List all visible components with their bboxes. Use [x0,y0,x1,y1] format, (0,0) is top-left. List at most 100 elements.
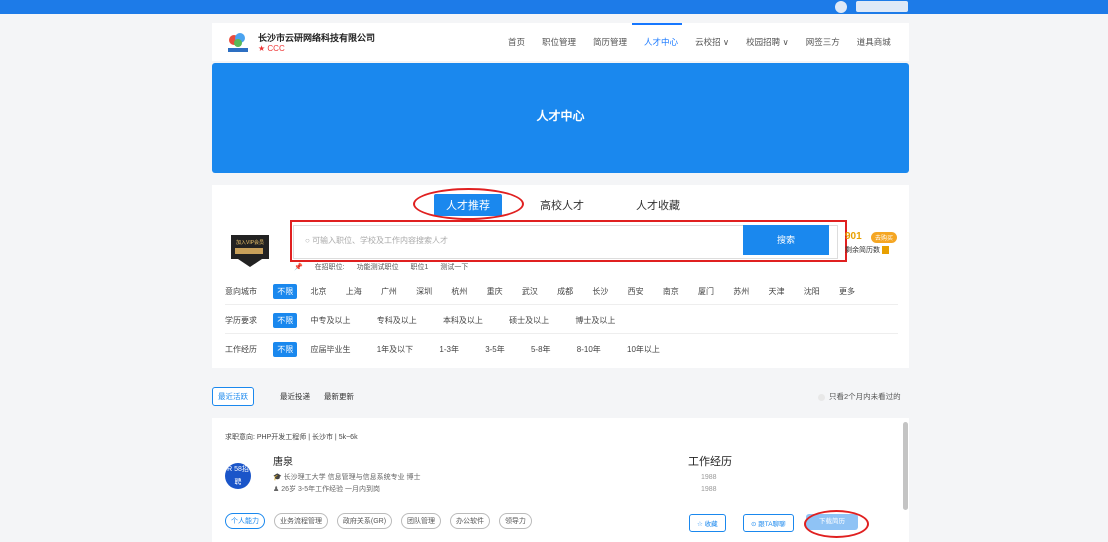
filter-option[interactable]: 3-5年 [485,344,505,355]
search-button[interactable]: 搜索 [743,225,829,255]
filter-option[interactable]: 中专及以上 [310,315,350,326]
filter-option[interactable]: 10年以上 [627,344,660,355]
skill-tag: 业务流程管理 [273,513,328,529]
unviewed-filter-label: 只看2个月内未看过的 [829,392,901,401]
nav-home[interactable]: 首页 [508,36,525,48]
filter-option[interactable]: 厦门 [698,286,714,297]
nav-campus-recruit[interactable]: 校园招聘 ∨ [746,36,789,48]
buy-badge[interactable]: 去购买 [871,232,898,243]
scrollbar[interactable] [903,422,908,510]
filter-option[interactable]: 苏州 [733,286,749,297]
highlight-circle-download [804,510,869,538]
filter-selected[interactable]: 不限 [273,284,298,299]
filter-option[interactable]: 更多 [839,286,855,297]
document-icon [881,246,889,255]
resume-count-label-text: 剩余简历数 [845,247,880,254]
filter-education: 学历要求 不限 中专及以上 专科及以上 本科及以上 硕士及以上 博士及以上 [225,313,639,328]
user-avatar[interactable] [835,1,847,13]
filter-option[interactable]: 专科及以上 [377,315,417,326]
skill-tag: 政府关系(GR) [336,513,393,529]
filter-option[interactable]: 天津 [769,286,785,297]
search-placeholder: 可输入职位、学校及工作内容搜索人才 [312,236,449,245]
filter-option[interactable]: 成都 [557,286,573,297]
filter-option[interactable]: 重庆 [487,286,503,297]
divider [225,333,898,334]
sort-option[interactable]: 最新更新 [324,391,354,402]
filter-option[interactable]: 应届毕业生 [310,344,350,355]
filter-experience: 工作经历 不限 应届毕业生 1年及以下 1-3年 3-5年 5-8年 8-10年… [225,342,684,357]
filter-option[interactable]: 长沙 [592,286,608,297]
company-logo [228,33,248,52]
nav-active-indicator [632,23,682,25]
filter-option[interactable]: 南京 [663,286,679,297]
history-item[interactable]: 测试一下 [440,264,468,271]
collect-button[interactable]: ☆ 收藏 [689,514,726,532]
talent-card[interactable]: 求职意向: PHP开发工程师 | 长沙市 | 5k~6k R 58招聘 唐泉 🎓… [212,418,909,542]
nav-talent-center[interactable]: 人才中心 [644,36,678,48]
filter-option[interactable]: 本科及以上 [443,315,483,326]
nav-cloud-recruit[interactable]: 云校招 ∨ [695,36,729,48]
job-history: 📌 在招职位: 功能测试职位 职位1 测试一下 [294,262,478,272]
candidate-avatar: R 58招聘 [225,463,251,489]
top-bar [0,0,1108,14]
resume-count-label: 剩余简历数 [845,245,889,255]
filter-option[interactable]: 深圳 [416,286,432,297]
history-item[interactable]: 职位1 [411,264,429,271]
candidate-experience: ♟ 26岁 3-5年工作经验 一月内到岗 [273,484,380,494]
filter-option[interactable]: 武汉 [522,286,538,297]
filter-label: 学历要求 [225,316,257,325]
filter-option[interactable]: 博士及以上 [575,315,615,326]
school-icon: 🎓 [273,474,282,481]
filter-option[interactable]: 1年及以下 [377,344,413,355]
person-icon: ♟ [273,486,280,493]
history-item[interactable]: 功能测试职位 [357,264,399,271]
search-panel: 人才推荐 高校人才 人才收藏 加入VIP会员 ○ 可输入职位、学校及工作内容搜索… [212,185,909,368]
pin-icon: 📌 [294,264,303,271]
filter-selected[interactable]: 不限 [273,313,298,328]
divider [225,304,898,305]
resume-count: 901 [845,231,862,242]
banner: 人才中心 [212,63,909,173]
tab-university[interactable]: 高校人才 [540,197,584,213]
skill-tags: 个人能力 业务流程管理 政府关系(GR) 团队管理 办公软件 领导力 [225,513,539,529]
experience-text: 26岁 3-5年工作经验 一月内到岗 [281,486,381,493]
chat-button[interactable]: ⊙ 跟TA聊聊 [743,514,794,532]
filter-option[interactable]: 沈阳 [804,286,820,297]
skill-tag: 领导力 [498,513,532,529]
sort-option[interactable]: 最近投递 [280,391,310,402]
nav-store[interactable]: 道具商城 [857,36,891,48]
work-year: 1988 [701,486,717,493]
filter-option[interactable]: 硕士及以上 [509,315,549,326]
filter-option[interactable]: 西安 [628,286,644,297]
filter-option[interactable]: 北京 [310,286,326,297]
filter-label: 意向城市 [225,287,257,296]
company-tag: ★ CCC [258,44,285,53]
nav-resumes[interactable]: 简历管理 [593,36,627,48]
filter-option[interactable]: 广州 [381,286,397,297]
search-input[interactable]: ○ 可输入职位、学校及工作内容搜索人才 [305,235,448,246]
history-label: 在招职位: [314,264,345,271]
candidate-name[interactable]: 唐泉 [273,453,293,468]
skill-tag: 个人能力 [225,513,265,529]
candidate-education: 🎓 长沙理工大学 信息管理与信息系统专业 博士 [273,472,421,482]
filter-option[interactable]: 5-8年 [531,344,551,355]
filter-option[interactable]: 8-10年 [577,344,601,355]
nav-e-sign[interactable]: 网签三方 [806,36,840,48]
nav-jobs[interactable]: 职位管理 [542,36,576,48]
work-history-title: 工作经历 [688,456,732,468]
main-nav: 首页 职位管理 简历管理 人才中心 云校招 ∨ 校园招聘 ∨ 网签三方 道具商城 [508,36,908,48]
tab-favorites[interactable]: 人才收藏 [636,197,680,213]
banner-title: 人才中心 [536,109,585,123]
filter-option[interactable]: 上海 [346,286,362,297]
job-intent: 求职意向: PHP开发工程师 | 长沙市 | 5k~6k [225,434,358,441]
filter-selected[interactable]: 不限 [273,342,298,357]
filter-option[interactable]: 1-3年 [439,344,459,355]
top-bar-button[interactable] [856,1,908,12]
unviewed-filter[interactable]: 只看2个月内未看过的 [818,391,901,402]
filter-option[interactable]: 杭州 [451,286,467,297]
skill-tag: 办公软件 [449,513,490,529]
sort-active-button[interactable]: 最近活跃 [212,387,254,406]
site-header: 长沙市云研网络科技有限公司 ★ CCC 首页 职位管理 简历管理 人才中心 云校… [212,23,909,61]
highlight-circle-tab [413,188,524,220]
company-name: 长沙市云研网络科技有限公司 [258,33,376,43]
